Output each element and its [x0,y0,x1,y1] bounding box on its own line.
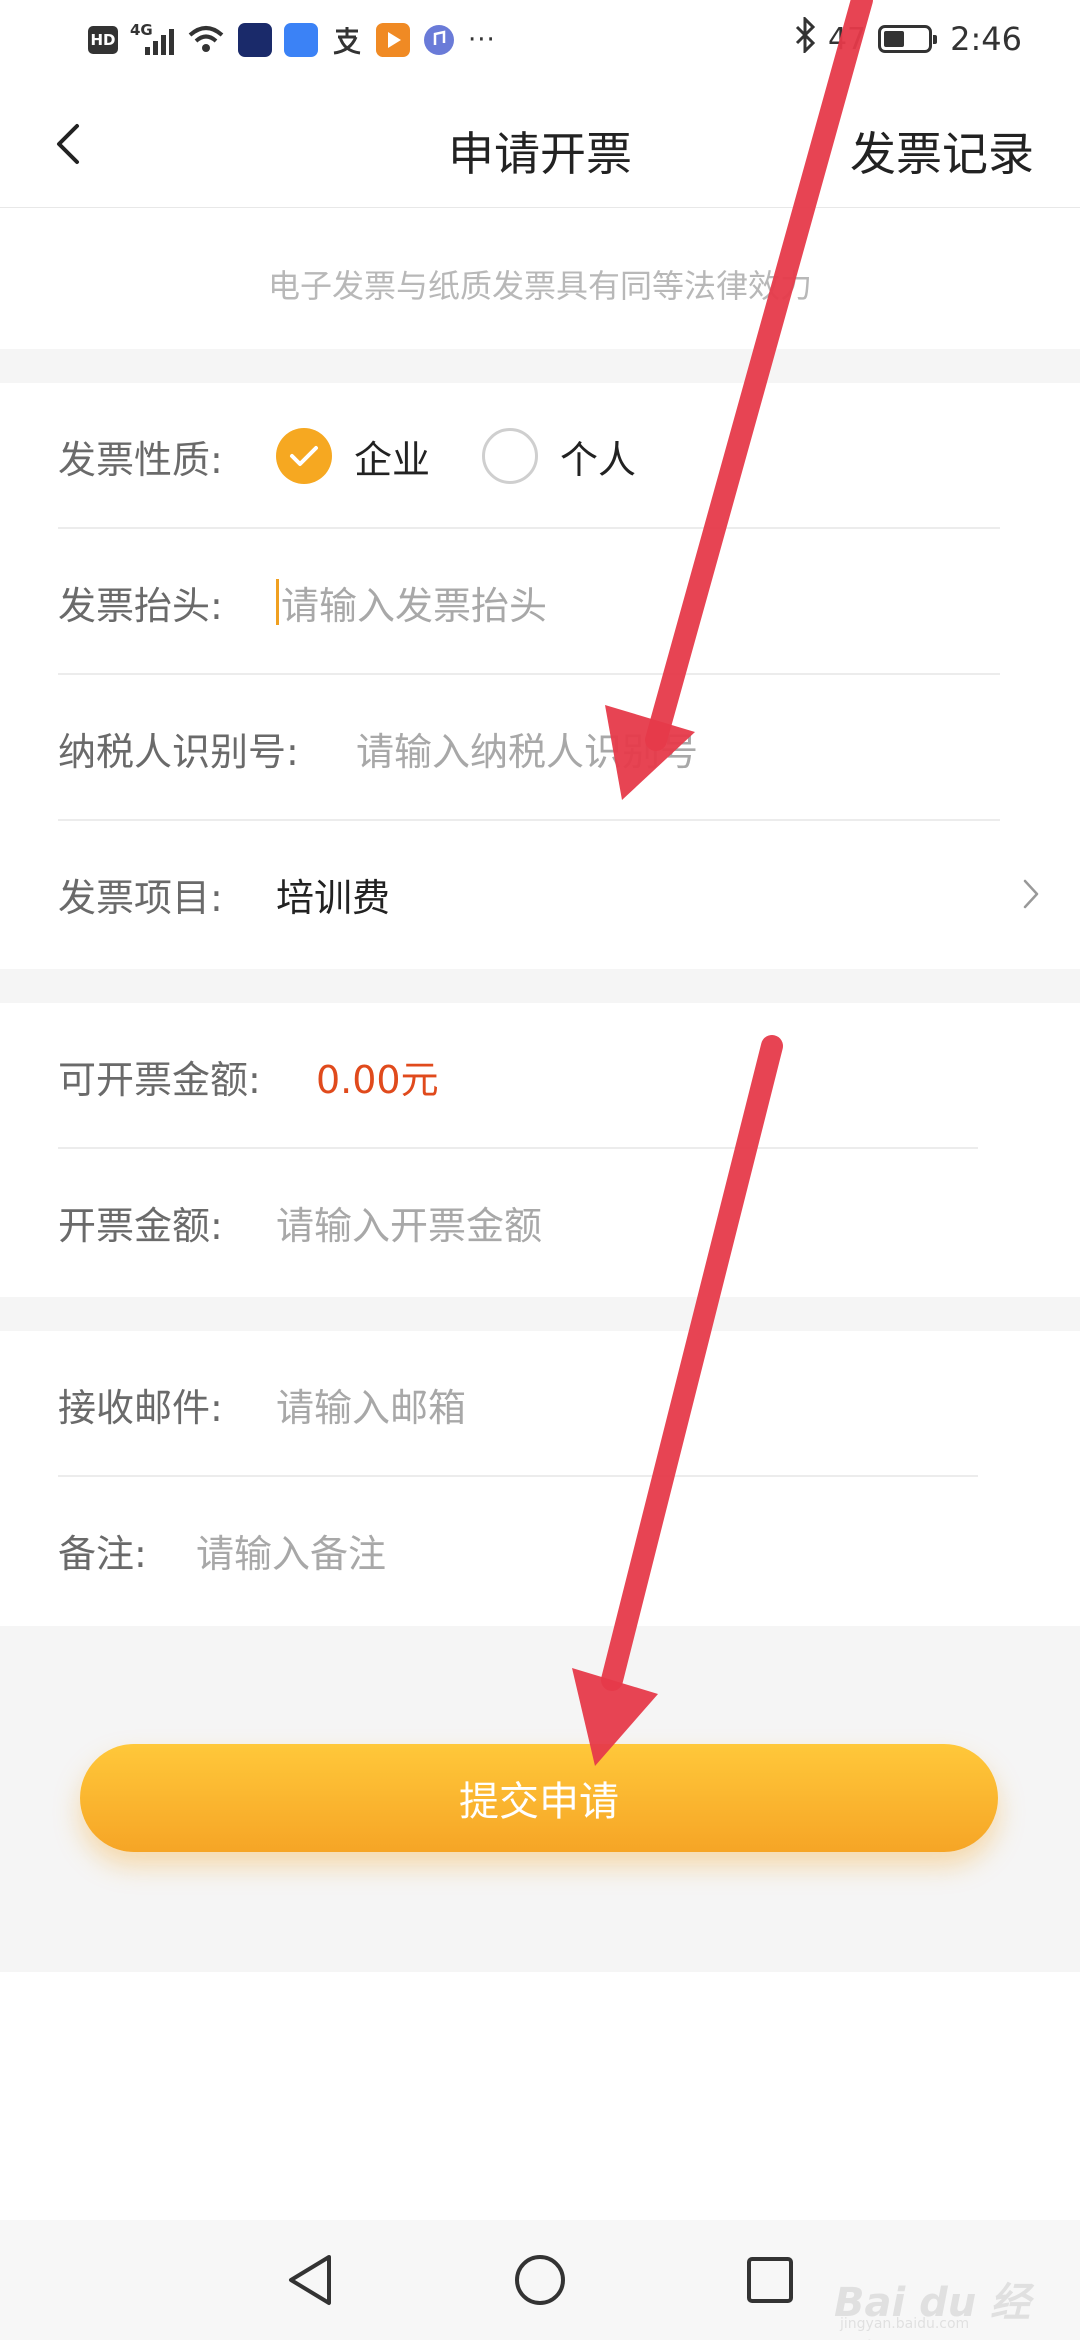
triangle-back-icon [289,2255,331,2305]
cellular-signal-icon: 4G [130,21,174,57]
battery-icon [878,25,938,53]
invoice-item-label: 发票项目: [58,875,223,920]
watermark-site: jingyan.baidu.com [840,2316,970,2332]
nav-home-button[interactable] [508,2248,572,2312]
invoice-amount-label: 开票金额: [58,1203,223,1248]
text-cursor [276,579,279,625]
security-app-icon [284,23,318,57]
nav-back-button[interactable] [278,2248,342,2312]
music-app-icon [422,23,456,57]
tax-id-label: 纳税人识别号: [58,729,299,774]
app-notification-icon [238,23,272,57]
remark-input[interactable]: 请输入备注 [196,1523,386,1578]
tax-id-row: 纳税人识别号: 请输入纳税人识别号 [58,675,1000,821]
contact-section: 接收邮件: 请输入邮箱 备注: 请输入备注 [0,1331,1080,1626]
legal-notice: 电子发票与纸质发票具有同等法律效力 [0,209,1080,349]
invoice-type-label: 发票性质: [58,437,223,482]
chevron-right-icon[interactable] [1022,878,1040,910]
invoice-title-row: 发票抬头: 请输入发票抬头 [58,529,1000,675]
circle-home-icon [515,2255,565,2305]
section-divider [0,1297,1080,1331]
more-notifications-icon: ··· [468,25,496,55]
battery-percent: 47 [827,21,867,57]
invoice-title-label: 发票抬头: [58,583,223,628]
alipay-icon [330,23,364,57]
baidu-jingyan-watermark: Bai du 经验 jingyan.baidu.com [834,2234,1044,2340]
remark-label: 备注: [58,1531,147,1576]
clock: 2:46 [950,20,1022,58]
available-amount-row: 可开票金额: 0.00元 [58,1003,978,1149]
status-icons-right: 47 2:46 [794,15,1022,62]
email-input[interactable]: 请输入邮箱 [276,1377,466,1432]
hd-badge: HD [88,26,118,54]
email-label: 接收邮件: [58,1385,223,1430]
section-divider [0,969,1080,1003]
email-row: 接收邮件: 请输入邮箱 [58,1331,978,1477]
radio-individual[interactable] [482,428,539,484]
notice-text: 电子发票与纸质发票具有同等法律效力 [267,267,812,305]
wifi-icon [186,23,226,57]
status-icons-left: HD 4G ··· [88,18,496,62]
invoice-type-row: 发票性质: 企业 个人 [58,383,1000,529]
submit-button[interactable]: 提交申请 [80,1744,998,1852]
system-nav-bar: Bai du 经验 jingyan.baidu.com [0,2220,1080,2340]
invoice-title-input[interactable]: 请输入发票抬头 [281,575,547,630]
option-individual-label[interactable]: 个人 [560,429,636,484]
tax-id-input[interactable]: 请输入纳税人识别号 [356,721,698,776]
invoice-item-value[interactable]: 培训费 [276,867,390,922]
check-icon [290,446,318,466]
video-app-icon [376,23,410,57]
submit-label: 提交申请 [459,1779,619,1825]
invoice-item-row[interactable]: 发票项目: 培训费 [58,821,1039,967]
top-nav: 申请开票 发票记录 [0,80,1080,208]
amount-section: 可开票金额: 0.00元 开票金额: 请输入开票金额 [0,1003,1080,1297]
option-enterprise-label[interactable]: 企业 [354,429,430,484]
square-recents-icon [747,2257,793,2303]
submit-area: 提交申请 [0,1626,1080,1972]
status-bar: HD 4G ··· 47 2:46 [0,0,1080,80]
invoice-amount-row: 开票金额: 请输入开票金额 [58,1149,978,1295]
remark-row: 备注: 请输入备注 [58,1477,978,1623]
available-amount-label: 可开票金额: [58,1057,261,1102]
available-amount-value: 0.00元 [316,1057,439,1102]
invoice-details-section: 发票性质: 企业 个人 发票抬头: 请输入发票抬头 纳税人识别号: 请输入纳税人… [0,383,1080,969]
section-divider [0,349,1080,383]
nav-recents-button[interactable] [738,2248,802,2312]
invoice-records-link[interactable]: 发票记录 [850,118,1034,184]
radio-enterprise[interactable] [276,428,332,484]
invoice-amount-input[interactable]: 请输入开票金额 [276,1195,542,1250]
bluetooth-icon [794,15,816,61]
